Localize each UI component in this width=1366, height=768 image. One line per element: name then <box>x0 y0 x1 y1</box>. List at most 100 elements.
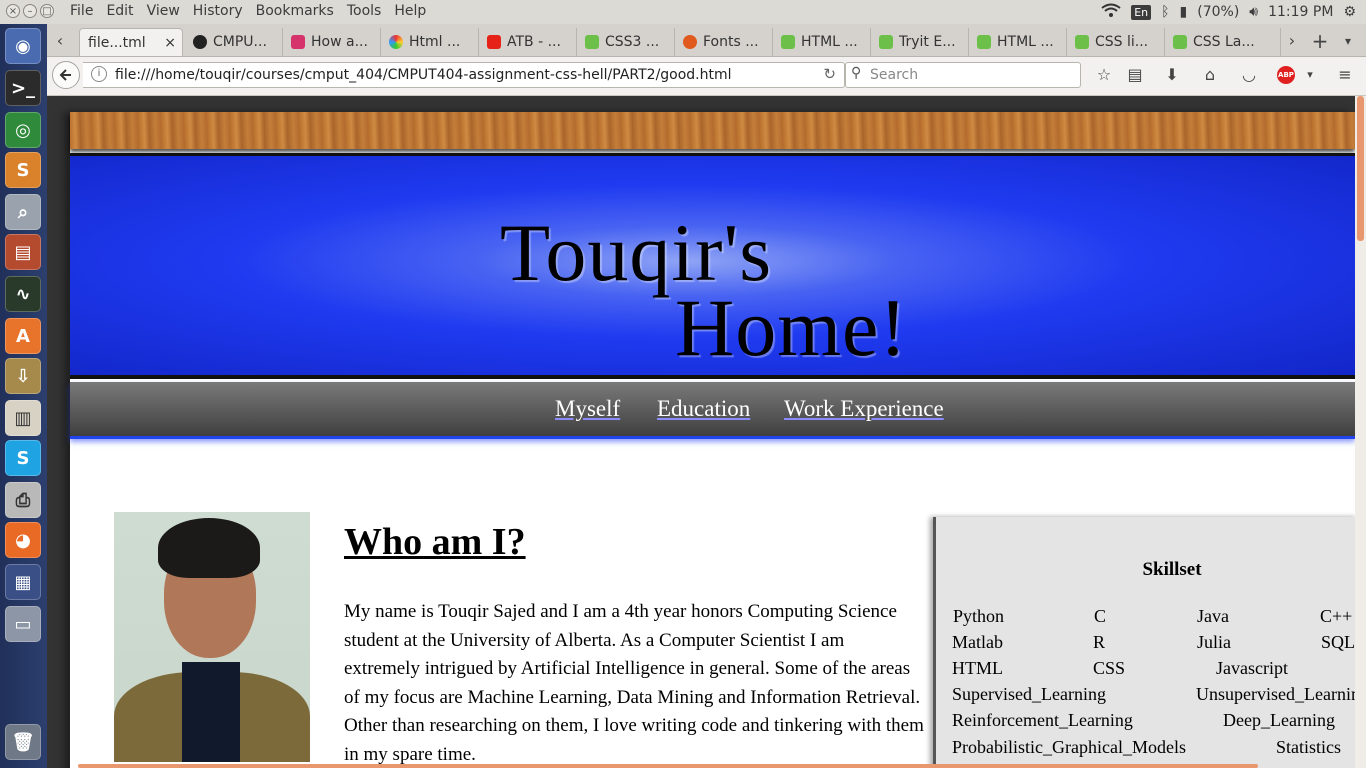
maximize-window-button[interactable]: □ <box>40 4 54 18</box>
removable-drive-icon[interactable]: ▭ <box>5 606 41 642</box>
scrollbar-thumb[interactable] <box>1357 96 1364 241</box>
tab[interactable]: HTML ... <box>773 28 871 56</box>
workspace-switcher-icon[interactable]: ▦ <box>5 564 41 600</box>
software-center-icon[interactable]: A <box>5 318 41 354</box>
power-gear-icon[interactable]: ⚙ <box>1343 4 1356 20</box>
new-tab-plus-icon[interactable]: + <box>1309 28 1331 54</box>
system-monitor-icon[interactable]: ∿ <box>5 276 41 312</box>
trash-icon[interactable]: 🗑︎ <box>5 724 41 760</box>
tab-list-chevron-down-icon[interactable]: ▾ <box>1337 28 1359 54</box>
menu-history[interactable]: History <box>193 3 243 19</box>
menu-edit[interactable]: Edit <box>106 3 133 19</box>
tab[interactable]: Fonts ... <box>675 28 773 56</box>
close-tab-icon[interactable]: × <box>164 35 176 51</box>
menu-file[interactable]: File <box>70 3 93 19</box>
tab-label: Tryit E... <box>899 34 956 50</box>
nav-link-myself[interactable]: Myself <box>555 396 620 422</box>
menu-tools[interactable]: Tools <box>347 3 382 19</box>
skype-icon[interactable]: S <box>5 440 41 476</box>
reload-icon[interactable]: ↻ <box>823 65 836 83</box>
clock[interactable]: 11:19 PM <box>1268 4 1333 20</box>
hamburger-menu-icon[interactable]: ≡ <box>1334 64 1356 86</box>
close-window-button[interactable]: × <box>6 4 20 18</box>
terminal-icon[interactable]: >_ <box>5 70 41 106</box>
tab[interactable]: How a... <box>283 28 381 56</box>
menu-view[interactable]: View <box>147 3 180 19</box>
volume-icon[interactable]: 🔊︎ <box>1249 4 1258 20</box>
skill-item: C++ <box>1320 606 1353 626</box>
site-favicon-icon <box>389 35 403 49</box>
vertical-scrollbar[interactable] <box>1355 96 1366 768</box>
home-icon[interactable]: ⌂ <box>1199 64 1221 86</box>
firefox-icon[interactable]: ◕ <box>5 522 41 558</box>
skillset-panel: Skillset Python C Java C++ Matlab R Juli… <box>933 517 1355 768</box>
chrome-icon[interactable]: ◎ <box>5 112 41 148</box>
tab-active[interactable]: file...tml × <box>79 28 183 56</box>
tab-scroll-left-icon[interactable]: ‹ <box>49 28 71 54</box>
skill-item: Julia <box>1197 632 1231 652</box>
downloads-icon[interactable]: ⬇ <box>1161 64 1183 86</box>
youtube-icon <box>487 35 501 49</box>
keyboard-language-indicator[interactable]: En <box>1131 4 1152 20</box>
battery-icon[interactable]: ▮ <box>1180 4 1188 20</box>
site-favicon-icon <box>291 35 305 49</box>
tab[interactable]: ATB - ... <box>479 28 577 56</box>
tab[interactable]: CSS3 ... <box>577 28 675 56</box>
minimize-window-button[interactable]: – <box>23 4 37 18</box>
dash-icon[interactable]: ◉ <box>5 28 41 64</box>
file-archive-icon[interactable]: ▤ <box>5 234 41 270</box>
bluetooth-icon[interactable]: ᛒ <box>1161 4 1169 20</box>
skill-item: Javascript <box>1216 658 1288 678</box>
tab[interactable]: CMPU... <box>185 28 283 56</box>
search-input[interactable]: ⚲ Search <box>845 62 1081 88</box>
document-viewer-icon[interactable]: ⌕ <box>5 194 41 230</box>
w3schools-icon <box>1075 35 1089 49</box>
tab-label: file...tml <box>88 34 146 51</box>
wifi-icon[interactable] <box>1101 3 1121 21</box>
app-launcher: ◉ >_ ◎ S ⌕ ▤ ∿ A ⇩ ▥ S ⎙ ◕ ▦ ▭ 🗑︎ <box>0 24 48 768</box>
battery-percentage[interactable]: (70%) <box>1197 4 1239 20</box>
section-heading: Who am I? <box>344 521 526 563</box>
back-button[interactable] <box>52 61 80 89</box>
sublime-text-icon[interactable]: S <box>5 152 41 188</box>
url-bar[interactable]: i file:///home/touqir/courses/cmput_404/… <box>83 62 845 88</box>
menu-help[interactable]: Help <box>394 3 426 19</box>
skill-item: Unsupervised_Learning <box>1196 684 1355 704</box>
app-menus: File Edit View History Bookmarks Tools H… <box>70 3 426 19</box>
tab[interactable]: CSS La... <box>1165 28 1281 56</box>
bookmark-star-icon[interactable]: ☆ <box>1093 64 1115 86</box>
tab-scroll-right-icon[interactable]: › <box>1281 28 1303 54</box>
site-info-icon[interactable]: i <box>91 66 107 82</box>
nav-link-work-experience[interactable]: Work Experience <box>784 396 944 422</box>
adblock-plus-icon[interactable]: ABP <box>1277 66 1295 84</box>
nav-link-education[interactable]: Education <box>657 396 750 422</box>
tab-label: ATB - ... <box>507 34 561 50</box>
tab-label: CMPU... <box>213 34 267 50</box>
tab[interactable]: CSS li... <box>1067 28 1165 56</box>
tab[interactable]: HTML ... <box>969 28 1067 56</box>
tab[interactable]: Tryit E... <box>871 28 969 56</box>
tab-label: Fonts ... <box>703 34 759 50</box>
system-menu-bar: × – □ File Edit View History Bookmarks T… <box>0 0 1366 25</box>
downloads-folder-icon[interactable]: ⇩ <box>5 358 41 394</box>
skill-item: CSS <box>1093 658 1126 678</box>
tab-label: CSS li... <box>1095 34 1149 50</box>
adblock-dropdown-chevron-icon[interactable]: ▾ <box>1299 64 1321 86</box>
pocket-icon[interactable]: ◡ <box>1238 64 1260 86</box>
w3schools-icon <box>781 35 795 49</box>
back-arrow-icon <box>59 69 71 81</box>
horizontal-scrollbar[interactable] <box>78 764 1258 768</box>
dictionary-book-icon[interactable]: ▥ <box>5 400 41 436</box>
search-placeholder: Search <box>870 67 919 83</box>
menu-bookmarks[interactable]: Bookmarks <box>256 3 334 19</box>
tab-label: CSS3 ... <box>605 34 660 50</box>
page-viewport[interactable]: Touqir's Home! Myself Education Work Exp… <box>47 96 1355 768</box>
url-text[interactable]: file:///home/touqir/courses/cmput_404/CM… <box>115 67 732 83</box>
github-icon <box>193 35 207 49</box>
printer-icon[interactable]: ⎙ <box>5 482 41 518</box>
tab[interactable]: Html ... <box>381 28 479 56</box>
reading-list-icon[interactable]: ▤ <box>1124 64 1146 86</box>
skill-item: Matlab <box>952 632 1003 652</box>
tab-bar: ‹ file...tml × CMPU... How a... Html ...… <box>47 24 1366 57</box>
tab-label: HTML ... <box>997 34 1054 50</box>
